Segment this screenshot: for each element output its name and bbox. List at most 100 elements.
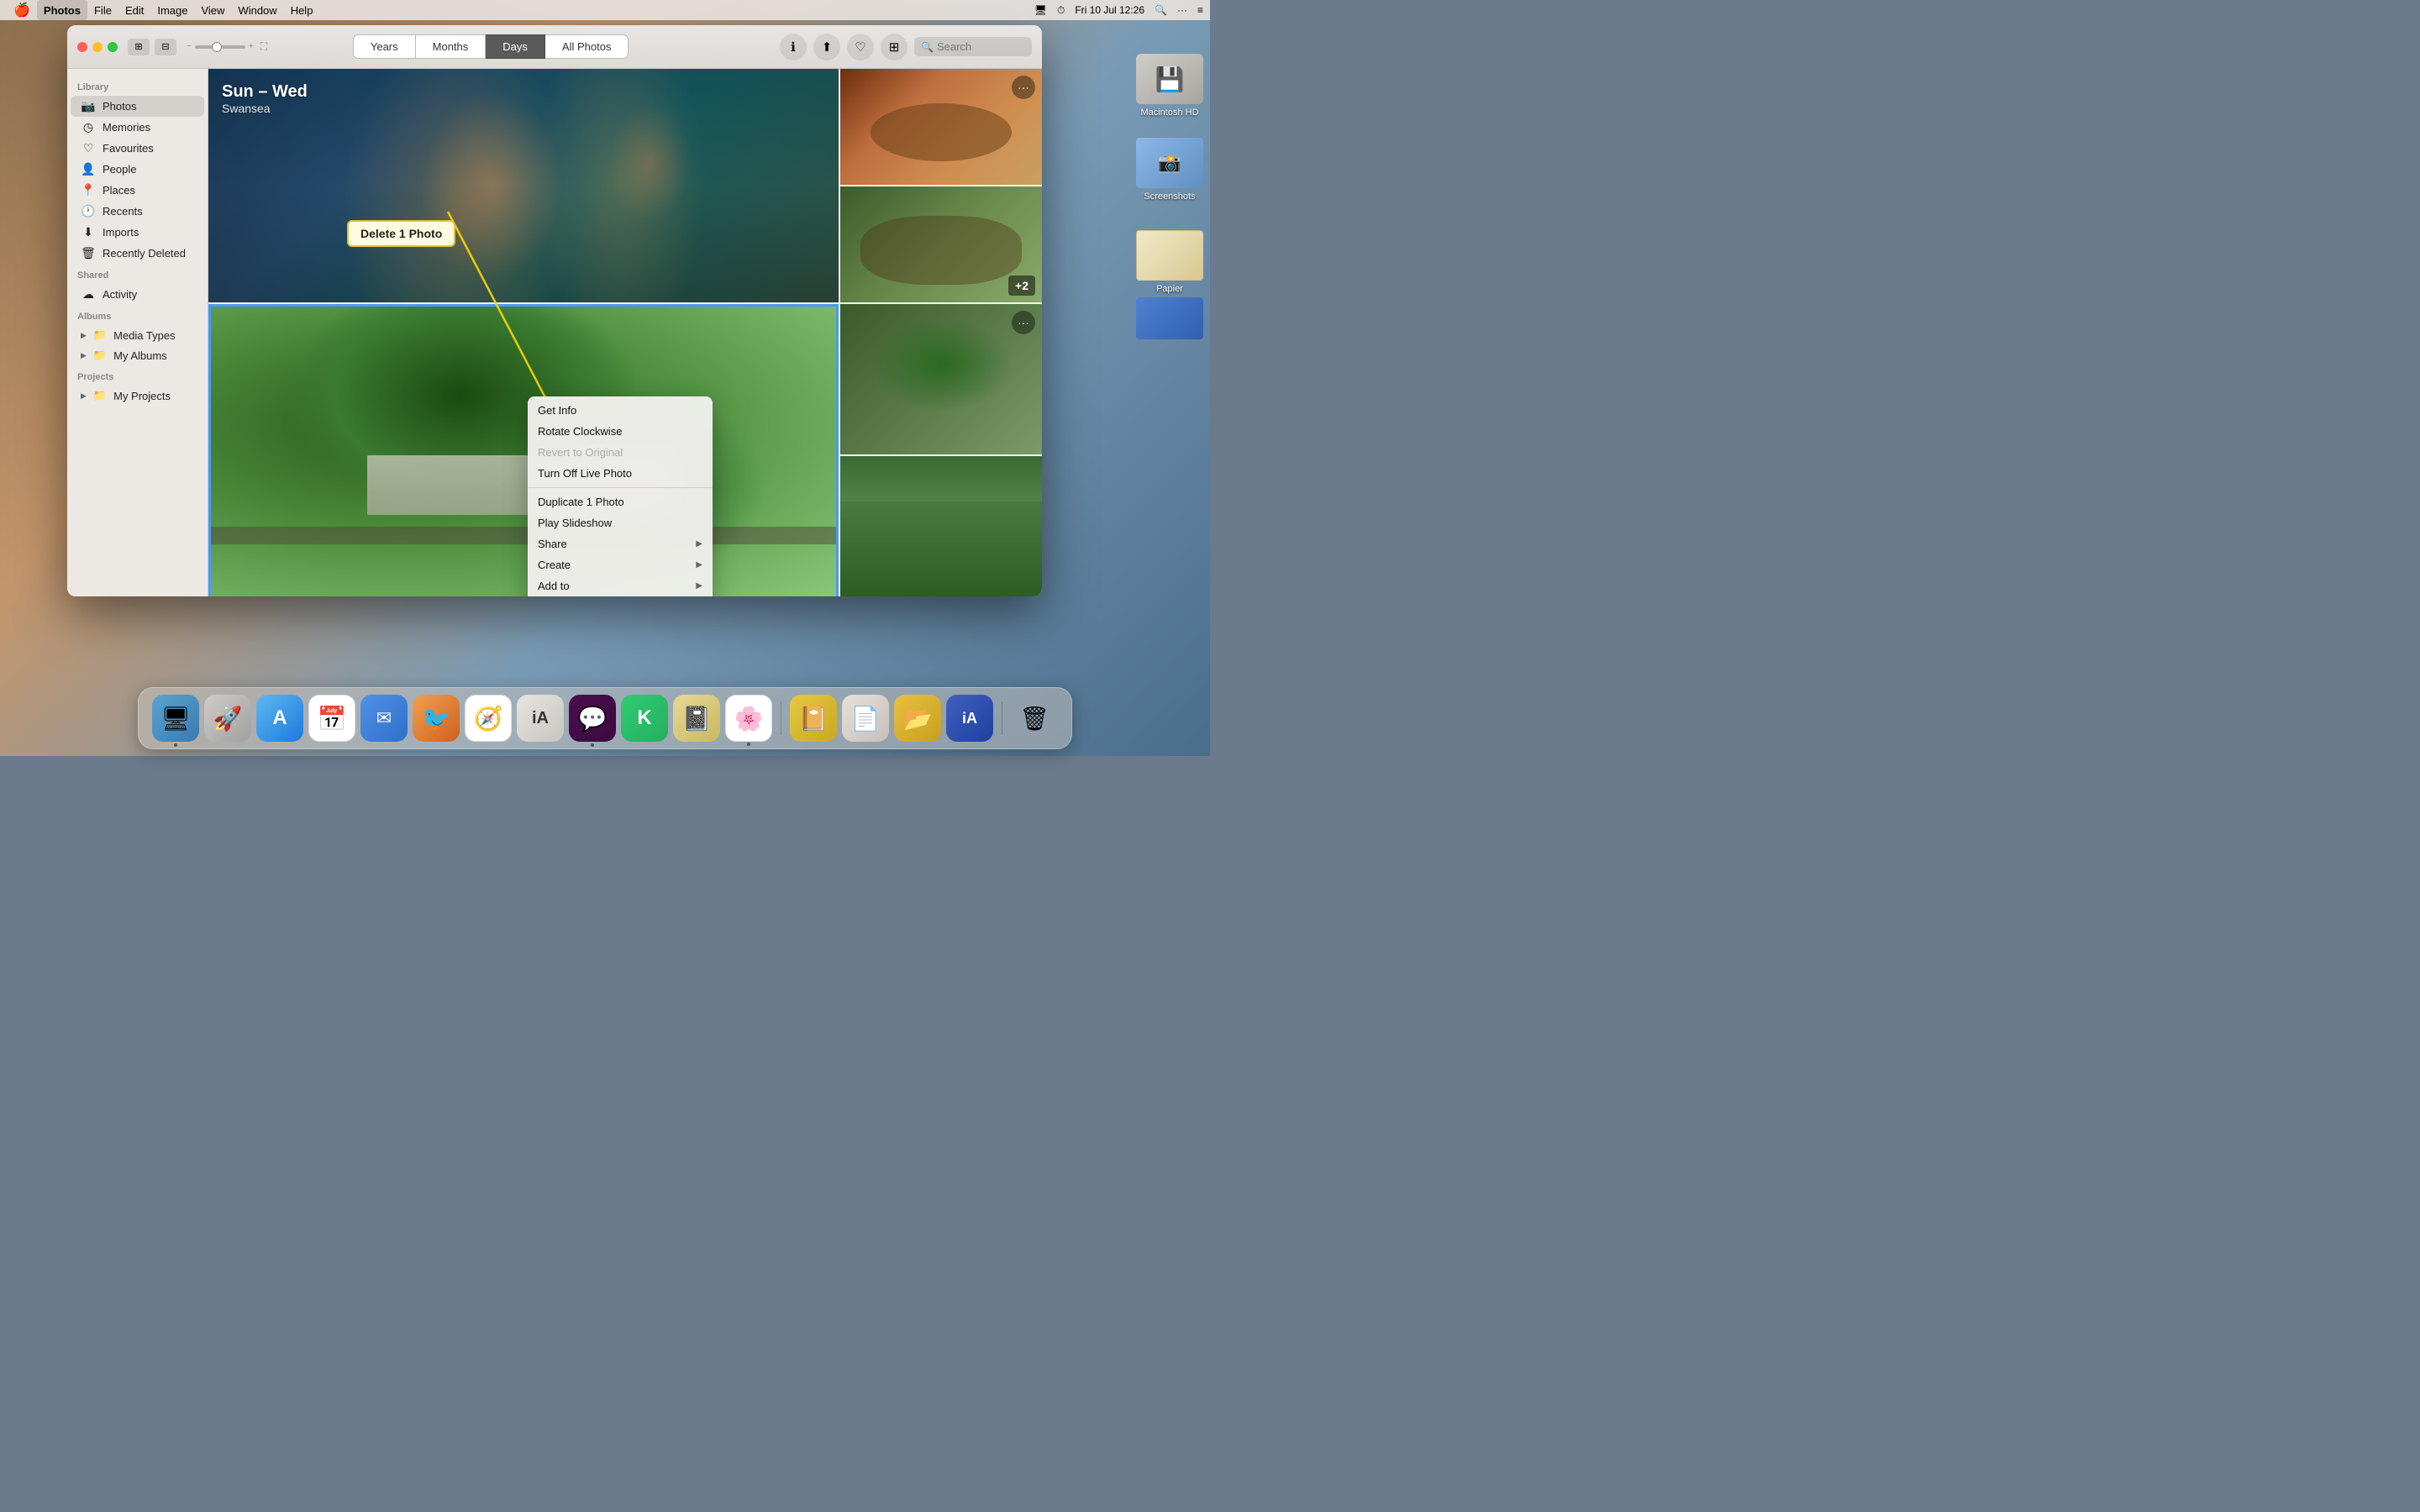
sidebar-recents-label: Recents (103, 205, 143, 218)
sidebar-item-photos[interactable]: 📷 Photos (71, 96, 204, 117)
dock-ia-writer[interactable]: iA (517, 695, 564, 742)
ctx-add-to[interactable]: Add to ▶ (528, 575, 713, 596)
sidebar-toggle[interactable]: ⊞ (128, 39, 150, 55)
hd-desktop-icon[interactable]: 💾 Macintosh HD (1136, 54, 1203, 118)
delete-tooltip-label: Delete 1 Photo (360, 227, 442, 240)
sidebar-imports-label: Imports (103, 226, 139, 239)
sidebar-media-types-expander[interactable]: ▶ 📁 Media Types (71, 325, 204, 345)
menubar-file[interactable]: File (87, 0, 118, 20)
dock-appstore[interactable]: A (256, 695, 303, 742)
papier-icon-label: Papier (1156, 284, 1183, 294)
food1-dots-btn[interactable]: ··· (1012, 76, 1035, 99)
screenshots-desktop-icon[interactable]: 📸 Screenshots (1136, 138, 1203, 202)
zoom-plus-icon[interactable]: + (249, 42, 254, 51)
yesterday-thumb1[interactable]: ··· (840, 304, 1042, 454)
minimize-button[interactable] (92, 42, 103, 52)
sidebar-item-favourites[interactable]: ♡ Favourites (71, 138, 204, 159)
projects-section-label: Projects (67, 365, 208, 386)
tab-all-photos[interactable]: All Photos (545, 34, 629, 59)
sidebar-item-imports[interactable]: ⬇ Imports (71, 222, 204, 243)
search-input[interactable] (937, 40, 1025, 53)
ctx-get-info[interactable]: Get Info (528, 400, 713, 421)
tab-days[interactable]: Days (486, 34, 545, 59)
ctx-share-label: Share (538, 538, 567, 550)
sidebar-my-albums-expander[interactable]: ▶ 📁 My Albums (71, 345, 204, 365)
control-center-icon[interactable]: ··· (1177, 4, 1187, 16)
menubar-window[interactable]: Window (231, 0, 283, 20)
notebooks-icon: 📓 (682, 705, 712, 732)
group-date-label: Sun – Wed (222, 82, 308, 102)
yesterday-dots-btn[interactable]: ··· (1012, 311, 1035, 334)
dock-tweetbot[interactable]: 🐦 (413, 695, 460, 742)
dock-ia2[interactable]: iA (946, 695, 993, 742)
aerial-photo[interactable]: Yesterday (208, 304, 839, 596)
safari-icon: 🧭 (474, 705, 503, 732)
sun-wed-photo-grid: Sun – Wed Swansea ··· (208, 69, 1042, 304)
dock-notebook2[interactable]: 📔 (790, 695, 837, 742)
close-button[interactable] (77, 42, 87, 52)
dock-trash[interactable]: 🗑 (1011, 695, 1058, 742)
couple-photo[interactable]: Sun – Wed Swansea (208, 69, 839, 302)
favourite-button[interactable]: ♡ (847, 34, 874, 60)
food-photo-1[interactable]: ··· (840, 69, 1042, 185)
ctx-play-slideshow[interactable]: Play Slideshow (528, 512, 713, 533)
ctx-share[interactable]: Share ▶ (528, 533, 713, 554)
tweetbot-icon: 🐦 (422, 705, 451, 732)
maximize-button[interactable] (108, 42, 118, 52)
dock-documents[interactable]: 📄 (842, 695, 889, 742)
search-box[interactable]: 🔍 (914, 37, 1032, 56)
monitor-icon[interactable]: 🖥 (1034, 4, 1047, 16)
ctx-add-to-label: Add to (538, 580, 570, 592)
menubar-view[interactable]: View (194, 0, 231, 20)
menubar-image[interactable]: Image (150, 0, 194, 20)
dock-unfolder[interactable]: 📂 (894, 695, 941, 742)
menubar-edit[interactable]: Edit (118, 0, 150, 20)
sidebar-item-activity[interactable]: ☁ Activity (71, 284, 204, 305)
photos-dock-icon: 🌸 (734, 705, 764, 732)
dock-calendar[interactable]: 📅 (308, 695, 355, 742)
fullscreen-icon[interactable]: ⛶ (260, 40, 267, 53)
ctx-duplicate[interactable]: Duplicate 1 Photo (528, 491, 713, 512)
sidebar-my-projects-expander[interactable]: ▶ 📁 My Projects (71, 386, 204, 406)
info-button[interactable]: ℹ (780, 34, 807, 60)
search-icon[interactable]: 🔍 (1155, 4, 1167, 16)
view-toggle[interactable]: ⊟ (155, 39, 176, 55)
dock-rocket[interactable]: 🚀 (204, 695, 251, 742)
time-machine-icon[interactable]: ⏱ (1057, 4, 1065, 17)
zoom-minus-icon[interactable]: − (187, 42, 192, 51)
sidebar-item-people[interactable]: 👤 People (71, 159, 204, 180)
dock-mail[interactable]: ✉ (360, 695, 408, 742)
ctx-turn-off-live-photo[interactable]: Turn Off Live Photo (528, 463, 713, 484)
apple-menu[interactable]: 🍎 (7, 0, 37, 20)
ia-writer-icon: iA (532, 709, 549, 728)
slideshow-button[interactable]: ⊞ (881, 34, 908, 60)
dock-slack[interactable]: 💬 (569, 695, 616, 742)
food-photo-2[interactable]: +2 (840, 186, 1042, 302)
sidebar-item-places[interactable]: 📍 Places (71, 180, 204, 201)
menubar-photos[interactable]: Photos (37, 0, 87, 20)
sidebar-item-memories[interactable]: ◷ Memories (71, 117, 204, 138)
finder-dot (174, 743, 177, 747)
my-albums-folder-icon: 📁 (93, 349, 107, 362)
share-button[interactable]: ⬆ (813, 34, 840, 60)
dock-safari[interactable]: 🧭 (465, 695, 512, 742)
sidebar-item-recently-deleted[interactable]: 🗑 Recently Deleted (71, 243, 204, 264)
tab-months[interactable]: Months (416, 34, 487, 59)
dock-finder[interactable]: 🖥 (152, 695, 199, 742)
notification-icon[interactable]: ≡ (1197, 4, 1203, 16)
yesterday-thumb2[interactable] (840, 456, 1042, 596)
ctx-separator-1 (528, 487, 713, 488)
ctx-rotate-clockwise[interactable]: Rotate Clockwise (528, 421, 713, 442)
dock-notebooks[interactable]: 📓 (673, 695, 720, 742)
papier-desktop-icon[interactable]: Papier (1136, 230, 1203, 294)
dock-photos[interactable]: 🌸 (725, 695, 772, 742)
dock-vim[interactable]: K (621, 695, 668, 742)
datetime-display: Fri 10 Jul 12:26 (1075, 4, 1144, 16)
yesterday-right-stack: ··· (840, 304, 1042, 596)
menubar-help[interactable]: Help (284, 0, 320, 20)
tab-years[interactable]: Years (353, 34, 416, 59)
ctx-create[interactable]: Create ▶ (528, 554, 713, 575)
sidebar-memories-label: Memories (103, 121, 150, 134)
sidebar-item-recents[interactable]: 🕐 Recents (71, 201, 204, 222)
zoom-slider[interactable] (195, 45, 245, 49)
